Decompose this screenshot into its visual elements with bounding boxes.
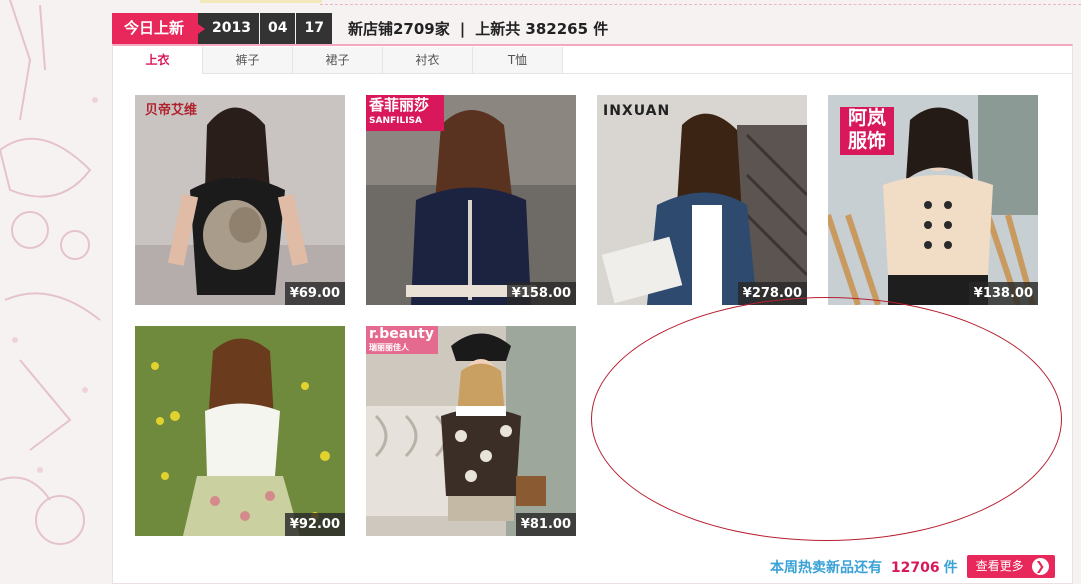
price-tag: ¥81.00 [515, 513, 576, 536]
tab-shirts[interactable]: 衬衣 [383, 47, 473, 74]
product-card[interactable]: r.beauty 瑞丽丽佳人 ¥81.00 [366, 326, 576, 536]
price-tag: ¥92.00 [284, 513, 345, 536]
new-stats: 新店铺2709家 | 上新共 382265 件 [348, 18, 608, 39]
top-accent-bar [200, 0, 322, 3]
brand-logo: 贝帝艾维 [145, 103, 198, 118]
price-tag: ¥138.00 [968, 282, 1038, 305]
chevron-right-icon: ❯ [1031, 558, 1049, 575]
product-card[interactable]: INXUAN ¥278.00 [597, 95, 807, 305]
product-photo [135, 95, 345, 305]
product-card[interactable]: 香菲丽莎 SANFILISA ¥158.00 [366, 95, 576, 305]
brand-logo: 阿岚服饰 [840, 107, 894, 155]
brand-logo: 香菲丽莎 SANFILISA [366, 95, 444, 131]
product-photo [597, 95, 807, 305]
hot-new-label: 本周热卖新品还有 [770, 559, 882, 576]
today-new-badge: 今日上新 [112, 13, 206, 44]
brand-name: 香菲丽莎 [369, 96, 430, 114]
view-more-label: 查看更多 [975, 559, 1024, 573]
tab-skirts[interactable]: 裙子 [293, 47, 383, 74]
category-tabs: 上衣 裤子 裙子 衬衣 T恤 [113, 47, 563, 74]
date-year: 2013 [198, 13, 259, 44]
today-new-header: 今日上新 2013 04 17 新店铺2709家 | 上新共 382265 件 [112, 13, 608, 44]
price-tag: ¥158.00 [506, 282, 576, 305]
product-card[interactable]: ¥92.00 [135, 326, 345, 536]
stats-separator: | [459, 20, 466, 38]
view-more-button[interactable]: 查看更多 ❯ [966, 555, 1055, 578]
brand-logo: INXUAN [603, 103, 671, 119]
tab-tshirts[interactable]: T恤 [473, 47, 563, 74]
hot-new-count: 12706 [890, 559, 940, 576]
date-day: 17 [296, 13, 332, 44]
brand-subtitle: 瑞丽丽佳人 [369, 343, 409, 352]
new-stores-count: 新店铺2709家 [347, 20, 450, 38]
brand-logo: r.beauty 瑞丽丽佳人 [366, 326, 438, 354]
product-photo [366, 326, 576, 536]
tabs-divider [563, 73, 1073, 74]
hot-new-footer: 本周热卖新品还有 12706 件 查看更多 ❯ [770, 555, 1055, 578]
date-month: 04 [259, 13, 296, 44]
background-sketch-illustration [0, 0, 112, 579]
product-card[interactable]: 贝帝艾维 ¥69.00 [135, 95, 345, 305]
tab-tops[interactable]: 上衣 [113, 47, 203, 74]
hot-new-summary: 本周热卖新品还有 12706 件 [770, 557, 958, 577]
tab-pants[interactable]: 裤子 [203, 47, 293, 74]
product-photo [135, 326, 345, 536]
brand-name: r.beauty [369, 326, 434, 342]
highlight-ellipse [591, 297, 1062, 541]
brand-subtitle: SANFILISA [369, 116, 423, 126]
hot-new-unit: 件 [943, 559, 958, 576]
top-dashed-border [320, 0, 1081, 5]
price-tag: ¥69.00 [284, 282, 345, 305]
new-items-total: 上新共 382265 件 [475, 20, 609, 38]
product-card[interactable]: 阿岚服饰 ¥138.00 [828, 95, 1038, 305]
